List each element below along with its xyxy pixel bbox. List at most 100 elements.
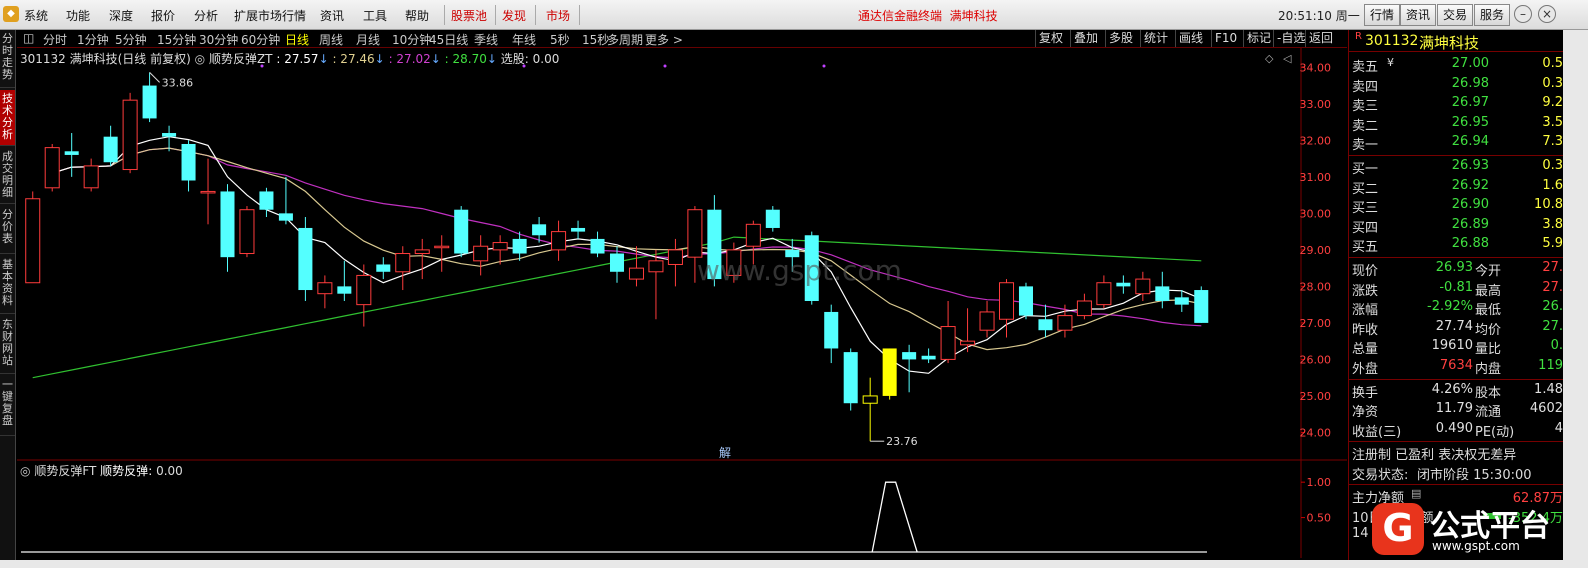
candle-body bbox=[882, 348, 897, 396]
tool-button-3[interactable]: 服务 bbox=[1474, 4, 1511, 26]
bid-row[interactable]: 买四 26.89 3.8 bbox=[1349, 217, 1564, 236]
menu-item-3[interactable]: 报价 bbox=[151, 7, 175, 24]
bid-row[interactable]: 买三 26.90 10.8 bbox=[1349, 197, 1564, 216]
menu-item-8[interactable]: 帮助 bbox=[405, 7, 429, 24]
period-2[interactable]: 5分钟 bbox=[115, 31, 147, 48]
candle-body bbox=[628, 267, 644, 280]
ask-row[interactable]: 卖四 26.98 0.3 bbox=[1349, 76, 1564, 95]
minimize-icon[interactable]: – bbox=[1514, 5, 1532, 23]
chart-tool-3[interactable]: 统计 bbox=[1140, 30, 1171, 47]
chart-layout-icon[interactable]: ◫ bbox=[23, 31, 34, 45]
stat-label: 现价 bbox=[1352, 264, 1379, 279]
chart-tool-1[interactable]: 叠加 bbox=[1070, 30, 1101, 47]
menu-separator bbox=[579, 5, 580, 25]
ask-label: 卖一 bbox=[1352, 138, 1379, 154]
period-15[interactable]: 多周期 bbox=[607, 31, 643, 48]
candle-body bbox=[473, 245, 489, 262]
gspt-logo-icon: G bbox=[1372, 503, 1424, 555]
ask-label: 卖二 bbox=[1352, 118, 1379, 134]
indicator-toggle-icon[interactable]: ◎ bbox=[195, 52, 205, 66]
menu-red-item-2[interactable]: 市场 bbox=[546, 7, 570, 24]
candle-body bbox=[1018, 286, 1033, 316]
candle-body bbox=[571, 227, 586, 232]
chart-tool-4[interactable]: 画线 bbox=[1175, 30, 1206, 47]
signal-dot bbox=[663, 64, 667, 68]
left-tab-3[interactable]: 分价表 bbox=[0, 206, 15, 254]
ask-row[interactable]: 卖一 26.94 7.3 bbox=[1349, 134, 1564, 153]
period-6[interactable]: 日线 bbox=[285, 31, 309, 48]
left-tab-6[interactable]: 一键复盘 bbox=[0, 376, 15, 436]
tool-button-1[interactable]: 资讯 bbox=[1400, 4, 1437, 26]
brand-url: www.gspt.com bbox=[1432, 539, 1520, 553]
company-label: 通达信金融终端 满坤科技 bbox=[858, 7, 998, 24]
period-0[interactable]: 分时 bbox=[43, 31, 67, 48]
tool-button-2[interactable]: 交易 bbox=[1437, 4, 1474, 26]
kline-chart[interactable]: 34.00 33.00 32.00 31.00 30.00 29.00 28.00 27.00… bbox=[17, 48, 1347, 558]
candle-body bbox=[921, 355, 936, 360]
menu-red-item-1[interactable]: 发现 bbox=[502, 7, 526, 24]
stock-code: 301132 bbox=[1365, 33, 1419, 49]
period-14[interactable]: 15秒 bbox=[582, 31, 609, 48]
ask-price: 26.95 bbox=[1451, 114, 1489, 130]
chart-tool-2[interactable]: 多股 bbox=[1105, 30, 1136, 47]
period-9[interactable]: 10分钟 bbox=[392, 31, 431, 48]
stat-row: 总量 19610 量比 0. bbox=[1349, 338, 1564, 357]
period-3[interactable]: 15分钟 bbox=[157, 31, 196, 48]
left-tab-1[interactable]: 技术分析 bbox=[0, 90, 15, 146]
candle-body bbox=[278, 213, 293, 221]
ask-price: 27.00 bbox=[1451, 56, 1489, 71]
period-4[interactable]: 30分钟 bbox=[199, 31, 238, 48]
menu-item-5[interactable]: 扩展市场行情 bbox=[234, 7, 306, 24]
bid-row[interactable]: 买五 26.88 5.9 bbox=[1349, 236, 1564, 255]
period-12[interactable]: 年线 bbox=[512, 31, 536, 48]
clock: 20:51:10 周一 bbox=[1278, 9, 1360, 23]
candle-body bbox=[1174, 297, 1189, 305]
stat-value-2: 27. bbox=[1542, 318, 1563, 334]
candle-body bbox=[44, 147, 60, 189]
candle-body bbox=[317, 282, 333, 295]
period-5[interactable]: 60分钟 bbox=[241, 31, 280, 48]
menu-item-6[interactable]: 资讯 bbox=[320, 7, 344, 24]
stat2-label-2: 股本 bbox=[1475, 385, 1502, 401]
left-tab-2[interactable]: 成交明细 bbox=[0, 148, 15, 204]
tool-button-0[interactable]: 行情 bbox=[1364, 4, 1401, 26]
bid-row[interactable]: 买二 26.92 1.6 bbox=[1349, 178, 1564, 197]
divider bbox=[1349, 441, 1564, 443]
close-icon[interactable]: × bbox=[1538, 5, 1556, 23]
menu-item-7[interactable]: 工具 bbox=[363, 7, 387, 24]
chart-title: 301132 满坤科技(日线 前复权) bbox=[20, 52, 191, 66]
low-marker-label: 23.76 bbox=[886, 435, 918, 448]
period-1[interactable]: 1分钟 bbox=[77, 31, 109, 48]
ask-row[interactable]: 卖三 26.97 9.2 bbox=[1349, 95, 1564, 114]
period-16[interactable]: 更多 > bbox=[645, 31, 683, 48]
y-tick-label: 34.00 bbox=[1300, 61, 1332, 74]
high-marker-label: 33.86 bbox=[162, 76, 194, 89]
chart-tool-7[interactable]: -自选 bbox=[1273, 30, 1308, 47]
chart-tool-0[interactable]: 复权 bbox=[1035, 30, 1066, 47]
menu-item-0[interactable]: 系统 bbox=[24, 7, 48, 24]
indicator-toggle-icon-2[interactable]: ◎ bbox=[20, 464, 30, 478]
bid-row[interactable]: 买一 26.93 0.3 bbox=[1349, 158, 1564, 177]
left-tab-5[interactable]: 东财网站 bbox=[0, 316, 15, 374]
period-7[interactable]: 周线 bbox=[319, 31, 343, 48]
ask-row[interactable]: 卖二 26.95 3.5 bbox=[1349, 115, 1564, 134]
left-tab-0[interactable]: 分时走势 bbox=[0, 30, 15, 88]
ask-row[interactable]: 卖五 ¥27.00 0.5 bbox=[1349, 56, 1564, 75]
period-8[interactable]: 月线 bbox=[356, 31, 380, 48]
menu-item-2[interactable]: 深度 bbox=[109, 7, 133, 24]
left-tab-4[interactable]: 基本资料 bbox=[0, 256, 15, 314]
candle-body bbox=[648, 260, 664, 273]
chart-tool-5[interactable]: F10 bbox=[1211, 30, 1240, 47]
divider bbox=[1349, 378, 1564, 380]
period-11[interactable]: 季线 bbox=[474, 31, 498, 48]
chart-tool-6[interactable]: 标记 bbox=[1243, 30, 1274, 47]
menu-item-1[interactable]: 功能 bbox=[66, 7, 90, 24]
candle-body bbox=[960, 340, 976, 346]
period-10[interactable]: 45日线 bbox=[429, 31, 468, 48]
ask-volume: 3.5 bbox=[1542, 114, 1563, 130]
chart-tool-8[interactable]: 返回 bbox=[1305, 30, 1336, 47]
menu-item-4[interactable]: 分析 bbox=[194, 7, 218, 24]
menu-red-item-0[interactable]: 股票池 bbox=[451, 7, 487, 24]
period-13[interactable]: 5秒 bbox=[550, 31, 570, 48]
ind-tick-label: 1.00 bbox=[1307, 476, 1332, 489]
